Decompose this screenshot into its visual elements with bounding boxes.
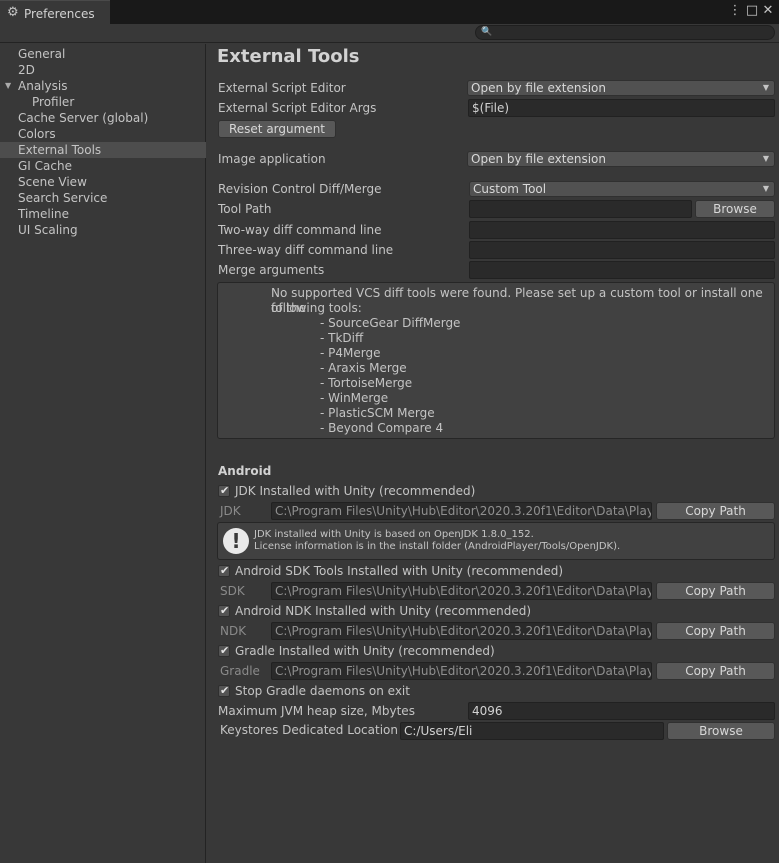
jdk-info-line1: JDK installed with Unity is based on Ope… xyxy=(254,529,534,540)
jdk-label: JDK xyxy=(220,504,241,518)
sidebar-item-cache-server[interactable]: Cache Server (global) xyxy=(0,110,206,126)
checkmark-icon: ✔ xyxy=(220,604,230,617)
merge-args-label: Merge arguments xyxy=(218,263,325,277)
image-app-label: Image application xyxy=(218,152,326,166)
sdk-checkbox[interactable]: ✔ xyxy=(218,564,230,577)
vcs-tool-item: - SourceGear DiffMerge xyxy=(320,316,461,330)
tool-path-label: Tool Path xyxy=(218,202,272,216)
jdk-info-line2: License information is in the install fo… xyxy=(254,541,621,552)
search-input[interactable]: 🔍 xyxy=(475,25,775,40)
jvm-heap-field[interactable]: 4096 xyxy=(468,702,775,720)
script-editor-args-field[interactable]: $(File) xyxy=(468,99,775,117)
jdk-checkbox[interactable]: ✔ xyxy=(218,484,230,497)
sidebar-item-profiler[interactable]: Profiler xyxy=(0,94,206,110)
search-icon: 🔍 xyxy=(481,27,493,37)
sidebar-item-search-service[interactable]: Search Service xyxy=(0,190,206,206)
sdk-label: SDK xyxy=(220,584,245,598)
sdk-copy-path-button[interactable]: Copy Path xyxy=(656,582,775,600)
checkmark-icon: ✔ xyxy=(220,644,230,657)
window-title: Preferences xyxy=(24,7,95,21)
reset-argument-button[interactable]: Reset argument xyxy=(218,120,336,138)
gear-icon: ⚙ xyxy=(7,5,19,20)
checkmark-icon: ✔ xyxy=(220,564,230,577)
two-way-label: Two-way diff command line xyxy=(218,223,382,237)
ndk-checkbox-label: Android NDK Installed with Unity (recomm… xyxy=(235,604,532,618)
script-editor-dropdown[interactable]: Open by file extension ▼ xyxy=(467,80,775,96)
sidebar-item-timeline[interactable]: Timeline xyxy=(0,206,206,222)
jdk-path-field[interactable]: C:\Program Files\Unity\Hub\Editor\2020.3… xyxy=(271,502,652,520)
dropdown-arrow-icon: ▼ xyxy=(762,154,769,163)
vcs-help-line2: following tools: xyxy=(271,301,362,315)
sidebar-item-colors[interactable]: Colors xyxy=(0,126,206,142)
merge-args-field[interactable] xyxy=(469,261,775,279)
vcs-tool-item: - P4Merge xyxy=(320,346,381,360)
page-title: External Tools xyxy=(217,46,360,67)
preferences-tab[interactable]: ⚙ Preferences xyxy=(0,0,110,24)
vcs-tool-item: - PlasticSCM Merge xyxy=(320,406,435,420)
android-heading: Android xyxy=(218,464,272,478)
keystores-field[interactable]: C:/Users/Eli xyxy=(400,722,664,740)
jvm-heap-label: Maximum JVM heap size, Mbytes xyxy=(218,704,415,718)
ndk-path-field[interactable]: C:\Program Files\Unity\Hub\Editor\2020.3… xyxy=(271,622,652,640)
vcs-help-box: No supported VCS diff tools were found. … xyxy=(217,282,775,439)
script-editor-label: External Script Editor xyxy=(218,81,346,95)
revision-control-dropdown[interactable]: Custom Tool ▼ xyxy=(469,181,775,197)
dropdown-arrow-icon: ▼ xyxy=(762,83,769,92)
tool-path-browse-button[interactable]: Browse xyxy=(695,200,775,218)
tool-path-field[interactable] xyxy=(469,200,692,218)
jdk-copy-path-button[interactable]: Copy Path xyxy=(656,502,775,520)
three-way-field[interactable] xyxy=(469,241,775,259)
maximize-icon[interactable]: □ xyxy=(745,4,759,18)
stop-gradle-daemons-label: Stop Gradle daemons on exit xyxy=(235,684,410,698)
ndk-label: NDK xyxy=(220,624,247,638)
gradle-copy-path-button[interactable]: Copy Path xyxy=(656,662,775,680)
sdk-checkbox-label: Android SDK Tools Installed with Unity (… xyxy=(235,564,564,578)
gradle-path-field[interactable]: C:\Program Files\Unity\Hub\Editor\2020.3… xyxy=(271,662,652,680)
vcs-tool-item: - TkDiff xyxy=(320,331,364,345)
gradle-checkbox-label: Gradle Installed with Unity (recommended… xyxy=(235,644,495,658)
title-bar: ⚙ Preferences ⋮ □ ✕ xyxy=(0,0,779,24)
expand-triangle-icon[interactable]: ▼ xyxy=(5,78,11,94)
sidebar-item-2d[interactable]: 2D xyxy=(0,62,206,78)
close-icon[interactable]: ✕ xyxy=(761,4,775,18)
three-way-label: Three-way diff command line xyxy=(218,243,394,257)
kebab-menu-icon[interactable]: ⋮ xyxy=(728,4,742,18)
revision-control-label: Revision Control Diff/Merge xyxy=(218,182,382,196)
sidebar: General 2D ▼ Analysis Profiler Cache Ser… xyxy=(0,44,206,863)
ndk-copy-path-button[interactable]: Copy Path xyxy=(656,622,775,640)
stop-gradle-daemons-checkbox[interactable]: ✔ xyxy=(218,684,230,697)
gradle-label: Gradle xyxy=(220,664,260,678)
vcs-tool-item: - Beyond Compare 4 xyxy=(320,421,444,435)
dropdown-arrow-icon: ▼ xyxy=(762,184,769,193)
sidebar-item-analysis[interactable]: ▼ Analysis xyxy=(0,78,206,94)
checkmark-icon: ✔ xyxy=(220,684,230,697)
sidebar-item-gi-cache[interactable]: GI Cache xyxy=(0,158,206,174)
vcs-tool-item: - TortoiseMerge xyxy=(320,376,413,390)
warning-icon: ! xyxy=(223,528,249,554)
two-way-field[interactable] xyxy=(469,221,775,239)
sidebar-item-external-tools[interactable]: External Tools xyxy=(0,142,206,158)
gradle-checkbox[interactable]: ✔ xyxy=(218,644,230,657)
sidebar-item-ui-scaling[interactable]: UI Scaling xyxy=(0,222,206,238)
sidebar-item-scene-view[interactable]: Scene View xyxy=(0,174,206,190)
jdk-checkbox-label: JDK Installed with Unity (recommended) xyxy=(235,484,476,498)
checkmark-icon: ✔ xyxy=(220,484,230,497)
script-editor-args-label: External Script Editor Args xyxy=(218,101,377,115)
jdk-info-box: ! JDK installed with Unity is based on O… xyxy=(217,522,775,560)
keystores-browse-button[interactable]: Browse xyxy=(667,722,775,740)
ndk-checkbox[interactable]: ✔ xyxy=(218,604,230,617)
vcs-tool-item: - WinMerge xyxy=(320,391,389,405)
image-app-dropdown[interactable]: Open by file extension ▼ xyxy=(467,151,775,167)
keystores-label: Keystores Dedicated Location xyxy=(220,723,398,737)
vcs-tool-item: - Araxis Merge xyxy=(320,361,407,375)
sdk-path-field[interactable]: C:\Program Files\Unity\Hub\Editor\2020.3… xyxy=(271,582,652,600)
sidebar-item-general[interactable]: General xyxy=(0,46,206,62)
